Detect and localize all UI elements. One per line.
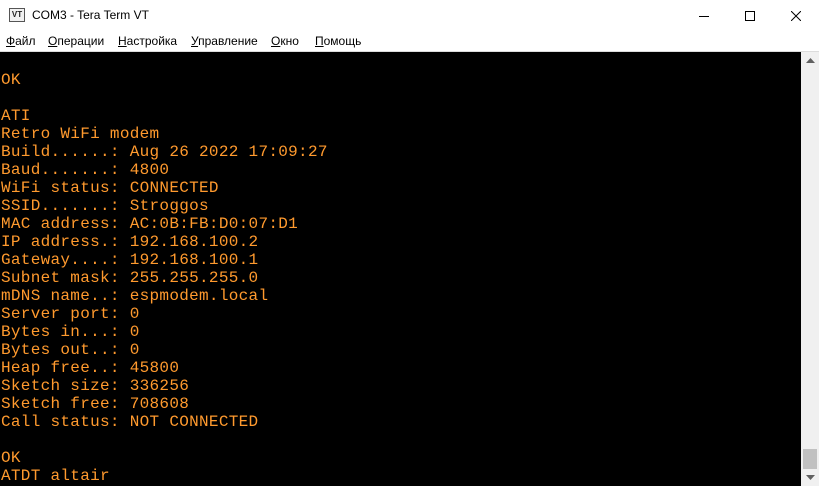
maximize-icon — [745, 10, 755, 21]
terminal-line: ATDT altair — [1, 467, 110, 485]
menu-setup[interactable]: Настройка — [118, 34, 177, 48]
terminal-line: Baud.......: 4800 — [1, 161, 170, 179]
scroll-down-icon — [805, 474, 815, 480]
menu-window-mnemonic: О — [271, 34, 281, 48]
terminal-line: mDNS name..: espmodem.local — [1, 287, 269, 305]
window-title: COM3 - Tera Term VT — [32, 8, 149, 22]
terminal-screen[interactable]: OK ATI Retro WiFi modem Build......: Aug… — [0, 52, 801, 486]
minimize-icon — [699, 15, 709, 17]
menu-window-label: кно — [280, 34, 299, 48]
minimize-button[interactable] — [681, 0, 727, 31]
menu-operations-label: перации — [57, 34, 105, 48]
scroll-up-icon — [805, 57, 815, 63]
menu-control-label: правление — [198, 34, 258, 48]
terminal-line: Heap free..: 45800 — [1, 359, 180, 377]
menu-control[interactable]: Управление — [191, 34, 258, 48]
terminal-line: OK — [1, 71, 21, 89]
menu-file-mnemonic: Ф — [6, 34, 16, 48]
menu-setup-label: астройка — [126, 34, 178, 48]
menu-file-label: айл — [15, 34, 36, 48]
terminal-line: SSID.......: Stroggos — [1, 197, 209, 215]
close-button[interactable] — [773, 0, 819, 31]
terminal-line: Subnet mask: 255.255.255.0 — [1, 269, 259, 287]
title-bar[interactable]: VT COM3 - Tera Term VT — [0, 0, 819, 31]
terminal-line: Server port: 0 — [1, 305, 140, 323]
menu-bar: Файл Операции Настройка Управление Окно … — [0, 31, 819, 51]
terminal-line: Build......: Aug 26 2022 17:09:27 — [1, 143, 328, 161]
terminal-line: ATI — [1, 107, 31, 125]
close-icon — [791, 10, 801, 21]
menu-help[interactable]: Помощь — [315, 34, 361, 48]
terminal-line: Retro WiFi modem — [1, 125, 160, 143]
terminal-line: OK — [1, 449, 21, 467]
maximize-button[interactable] — [727, 0, 773, 31]
menu-help-mnemonic: П — [315, 34, 324, 48]
menu-operations[interactable]: Операции — [48, 34, 104, 48]
terminal-line: Bytes out..: 0 — [1, 341, 140, 359]
scrollbar-thumb[interactable] — [803, 449, 817, 469]
terminal-line: WiFi status: CONNECTED — [1, 179, 219, 197]
scroll-up-button[interactable] — [801, 52, 819, 69]
menu-operations-mnemonic: О — [48, 34, 58, 48]
menu-file[interactable]: Файл — [6, 34, 36, 48]
terminal-line: MAC address: AC:0B:FB:D0:07:D1 — [1, 215, 299, 233]
tera-term-app-icon[interactable]: VT — [9, 8, 25, 22]
terminal-line: Sketch size: 336256 — [1, 377, 190, 395]
menu-help-label: омощь — [323, 34, 362, 48]
menu-window[interactable]: Окно — [271, 34, 299, 48]
scroll-down-button[interactable] — [801, 469, 819, 486]
terminal-line: Call status: NOT CONNECTED — [1, 413, 259, 431]
terminal-line: Bytes in...: 0 — [1, 323, 140, 341]
terminal-line: Sketch free: 708608 — [1, 395, 190, 413]
terminal-line: Gateway....: 192.168.100.1 — [1, 251, 259, 269]
vertical-scrollbar[interactable] — [801, 52, 819, 486]
menu-setup-mnemonic: Н — [118, 34, 127, 48]
terminal-line: IP address.: 192.168.100.2 — [1, 233, 259, 251]
